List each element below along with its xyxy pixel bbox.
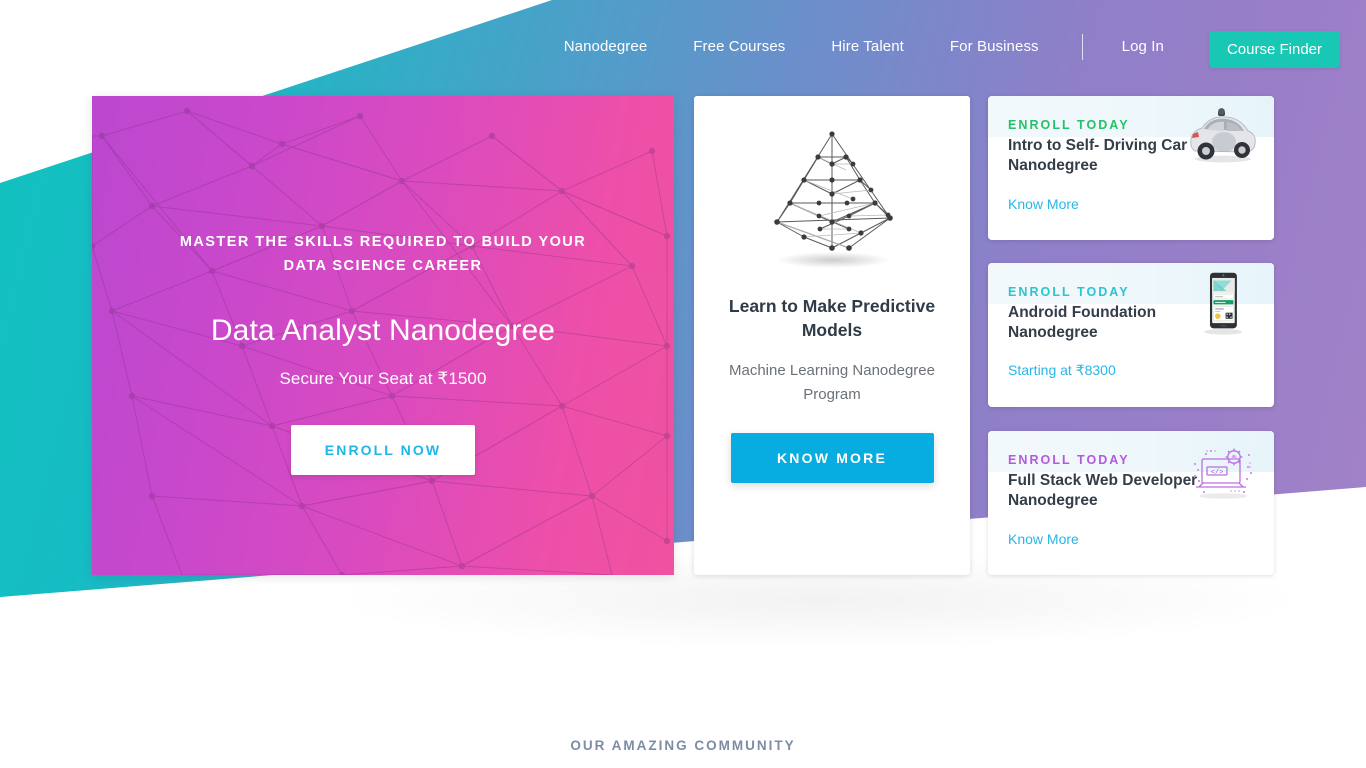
main-content: MASTER THE SKILLS REQUIRED TO BUILD YOUR… — [92, 96, 1274, 576]
pyramid-network-icon — [757, 122, 907, 272]
hero-banner: MASTER THE SKILLS REQUIRED TO BUILD YOUR… — [92, 96, 674, 575]
enroll-now-button[interactable]: ENROLL NOW — [290, 425, 476, 475]
hero-text-block: MASTER THE SKILLS REQUIRED TO BUILD YOUR… — [92, 96, 674, 475]
course-finder-button[interactable]: Course Finder — [1208, 31, 1340, 68]
nav-divider — [1081, 34, 1083, 60]
card-title-full-stack: Full Stack Web Developer Nanodegree — [1008, 472, 1198, 509]
pyramid-shadow — [775, 252, 891, 268]
nav-item-free-courses[interactable]: Free Courses — [693, 31, 785, 63]
nav-item-hire-talent[interactable]: Hire Talent — [831, 31, 904, 63]
card-kicker-self-driving: ENROLL TODAY — [1008, 118, 1130, 132]
card-link-full-stack[interactable]: Know More — [1008, 531, 1079, 547]
card-kicker-full-stack: ENROLL TODAY — [1008, 453, 1130, 467]
card-kicker-android: ENROLL TODAY — [1008, 285, 1130, 299]
pyramid-graphic — [774, 131, 893, 251]
web-developer-laptop-icon: </> — [1194, 448, 1252, 499]
card-link-self-driving[interactable]: Know More — [1008, 196, 1079, 212]
know-more-button[interactable]: KNOW MORE — [730, 433, 934, 483]
main-navigation: Nanodegree Free Courses Hire Talent For … — [0, 0, 1366, 95]
hero-subtitle: Secure Your Seat at ₹1500 — [279, 369, 487, 388]
course-card-self-driving[interactable]: ENROLL TODAY Intro to Self- Driving Car … — [988, 96, 1274, 240]
feature-card-subtitle: Machine Learning Nanodegree Program — [729, 362, 935, 403]
android-phone-icon — [1203, 272, 1243, 335]
course-card-android[interactable]: ENROLL TODAY Android Foundation Nanodegr… — [988, 263, 1274, 407]
nav-item-nanodegree[interactable]: Nanodegree — [564, 31, 648, 63]
section-divider — [92, 674, 1274, 675]
hero-title: Data Analyst Nanodegree — [210, 314, 556, 347]
course-card-full-stack[interactable]: ENROLL TODAY </> Full Stack Web Develope… — [988, 431, 1274, 575]
hero-kicker: MASTER THE SKILLS REQUIRED TO BUILD YOUR… — [179, 234, 587, 274]
course-card-list: ENROLL TODAY Intro to Self- Driving Car … — [988, 96, 1274, 576]
nav-item-for-business[interactable]: For Business — [950, 31, 1039, 63]
community-heading: OUR AMAZING COMMUNITY — [570, 738, 796, 753]
card-title-android: Android Foundation Nanodegree — [1008, 304, 1157, 341]
card-link-android[interactable]: Starting at ₹8300 — [1008, 362, 1116, 379]
predictive-models-card: Learn to Make Predictive Models Machine … — [694, 96, 970, 575]
self-driving-car-icon — [1190, 108, 1256, 163]
nav-item-login[interactable]: Log In — [1122, 31, 1164, 63]
page-root: Nanodegree Free Courses Hire Talent For … — [0, 0, 1366, 768]
feature-card-title: Learn to Make Predictive Models — [728, 296, 936, 340]
svg-text:</>: </> — [1211, 469, 1224, 477]
card-title-self-driving: Intro to Self- Driving Car Nanodegree — [1008, 137, 1188, 174]
